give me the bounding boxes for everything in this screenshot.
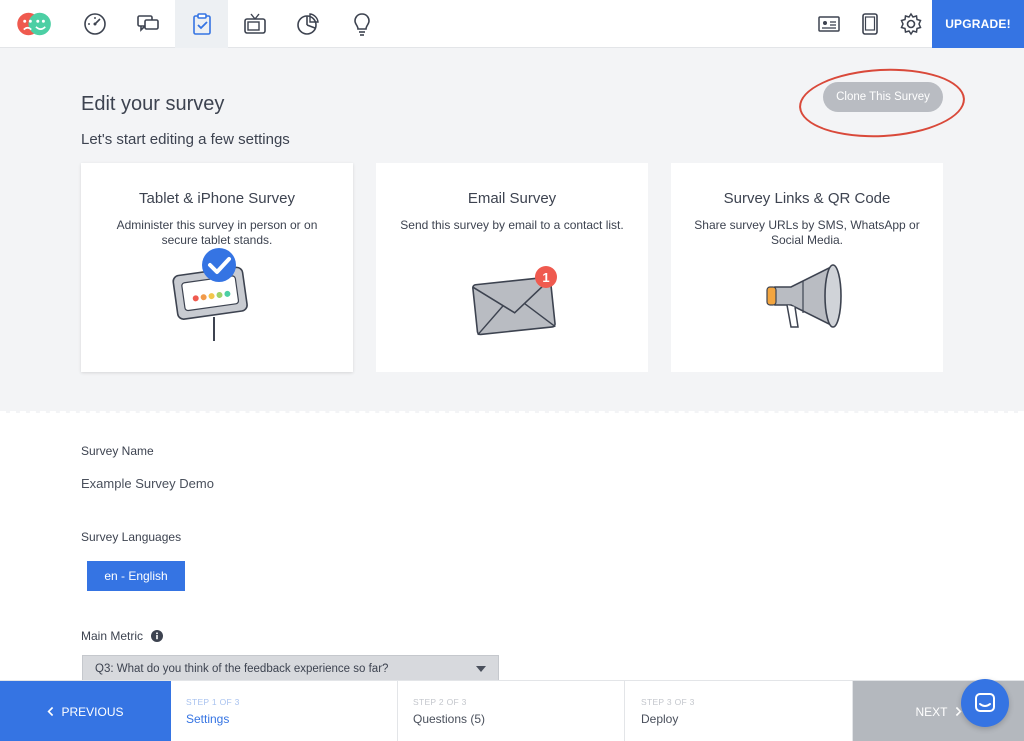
- step-questions[interactable]: STEP 2 OF 3 Questions (5): [398, 681, 625, 741]
- step-number: STEP 1 OF 3: [186, 697, 240, 707]
- tv-icon[interactable]: [228, 0, 281, 48]
- tablet-survey-card[interactable]: Tablet & iPhone Survey Administer this s…: [81, 163, 353, 372]
- notification-badge: 1: [542, 270, 549, 285]
- previous-label: PREVIOUS: [61, 704, 124, 719]
- step-deploy[interactable]: STEP 3 OF 3 Deploy: [626, 681, 853, 741]
- step-name: Questions (5): [413, 712, 486, 726]
- tablet-stand-illustration: [81, 247, 353, 343]
- survey-languages-label: Survey Languages: [81, 530, 182, 544]
- annotation-circle: [797, 64, 967, 142]
- caret-down-icon: [476, 666, 486, 672]
- top-nav: UPGRADE!: [0, 0, 1024, 48]
- lightbulb-icon[interactable]: [335, 0, 388, 48]
- chat-launcher-button[interactable]: [961, 679, 1009, 727]
- step-settings[interactable]: STEP 1 OF 3 Settings: [171, 681, 398, 741]
- language-chip-english[interactable]: en - English: [87, 561, 185, 591]
- survey-name-field[interactable]: Example Survey Demo: [81, 476, 214, 491]
- info-icon[interactable]: [151, 629, 163, 642]
- faces-logo-icon[interactable]: [8, 0, 61, 48]
- step-name: Deploy: [641, 712, 679, 726]
- card-description: Send this survey by email to a contact l…: [400, 218, 624, 232]
- next-label: NEXT: [915, 704, 948, 719]
- clipboard-survey-icon[interactable]: [175, 0, 228, 48]
- main-metric-value: Q3: What do you think of the feedback ex…: [95, 663, 389, 675]
- step-number: STEP 3 OF 3: [641, 697, 695, 707]
- main-metric-select[interactable]: Q3: What do you think of the feedback ex…: [82, 655, 499, 681]
- chat-bubbles-icon[interactable]: [121, 0, 174, 48]
- previous-button[interactable]: PREVIOUS: [0, 681, 171, 741]
- dashboard-gauge-icon[interactable]: [68, 0, 121, 48]
- chevron-left-icon: [47, 706, 54, 717]
- step-name: Settings: [186, 712, 230, 726]
- page-title: Edit your survey: [81, 93, 225, 115]
- chevron-right-icon: [955, 706, 962, 717]
- survey-links-card[interactable]: Survey Links & QR Code Share survey URLs…: [671, 163, 943, 372]
- chat-icon: [975, 693, 995, 712]
- page-subtitle: Let's start editing a few settings: [81, 131, 290, 148]
- step-number: STEP 2 OF 3: [413, 697, 467, 707]
- card-title: Survey Links & QR Code: [723, 190, 891, 207]
- step-navigation: PREVIOUS STEP 1 OF 3 Settings STEP 2 OF …: [0, 680, 1024, 741]
- card-description: Share survey URLs by SMS, WhatsApp or So…: [694, 218, 920, 247]
- envelope-icon: 1: [376, 247, 648, 343]
- upgrade-button[interactable]: UPGRADE!: [932, 0, 1024, 48]
- main-metric-label: Main Metric: [81, 629, 144, 643]
- card-description: Administer this survey in person or on s…: [116, 218, 318, 247]
- megaphone-icon: [671, 247, 943, 343]
- survey-name-label: Survey Name: [81, 444, 154, 458]
- card-title: Tablet & iPhone Survey: [139, 190, 295, 207]
- email-survey-card[interactable]: Email Survey Send this survey by email t…: [376, 163, 648, 372]
- deploy-options-section: Edit your survey Let's start editing a f…: [0, 48, 1024, 413]
- gear-icon[interactable]: [884, 0, 937, 48]
- card-title: Email Survey: [467, 190, 557, 207]
- pie-chart-icon[interactable]: [281, 0, 334, 48]
